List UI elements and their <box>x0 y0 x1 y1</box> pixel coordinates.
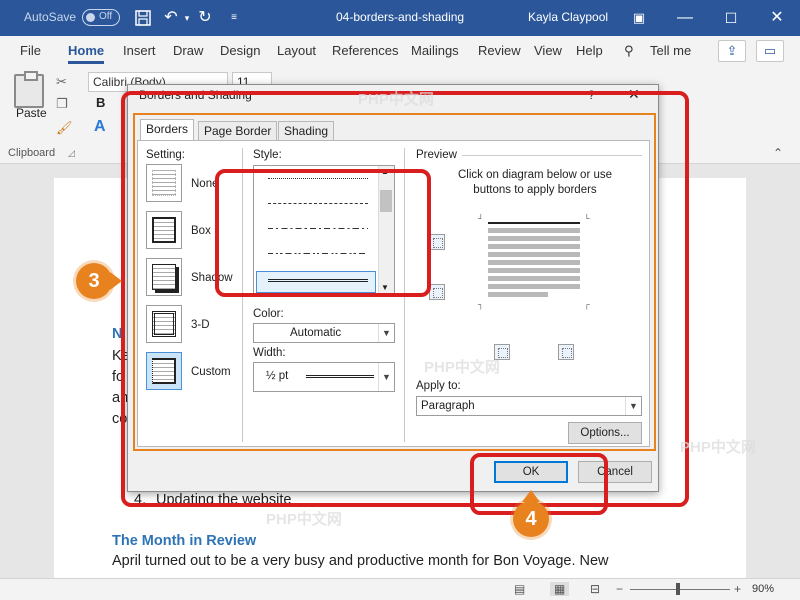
zoom-in-icon[interactable]: + <box>734 582 741 596</box>
collapse-ribbon-icon[interactable]: ⌃ <box>773 146 783 160</box>
tab-layout[interactable]: Layout <box>277 43 316 58</box>
bold-button[interactable]: B <box>96 95 105 110</box>
step-4-badge: 4 <box>513 501 549 537</box>
copy-icon[interactable]: ❐ <box>56 96 68 112</box>
paste-icon[interactable] <box>14 71 44 108</box>
tab-home[interactable]: Home <box>68 43 105 64</box>
zoom-out-icon[interactable]: − <box>616 582 623 596</box>
undo-icon[interactable]: ↶ <box>162 7 180 29</box>
customize-qat-icon[interactable]: ≡ <box>228 7 240 29</box>
redo-icon[interactable]: ↻ <box>196 7 214 29</box>
tab-review[interactable]: Review <box>478 43 521 58</box>
tab-file[interactable]: File <box>20 43 41 58</box>
search-icon[interactable]: ⚲ <box>624 43 634 59</box>
print-layout-icon[interactable]: ▦ <box>550 582 570 596</box>
section-heading: The Month in Review <box>112 533 257 549</box>
document-title: 04-borders-and-shading <box>336 10 465 24</box>
tell-me-box[interactable]: Tell me <box>650 43 691 58</box>
dialog-highlight <box>121 91 689 507</box>
tab-references[interactable]: References <box>332 43 398 58</box>
close-window-icon[interactable]: ✕ <box>768 7 786 29</box>
undo-dropdown-icon[interactable]: ▾ <box>182 7 192 29</box>
tab-draw[interactable]: Draw <box>173 43 203 58</box>
ribbon-tabs: File Home Insert Draw Design Layout Refe… <box>0 36 800 66</box>
zoom-level[interactable]: 90% <box>752 583 774 595</box>
tab-design[interactable]: Design <box>220 43 260 58</box>
ribbon-display-options-icon[interactable]: ▣ <box>630 7 648 29</box>
text-effects-icon[interactable]: A <box>94 118 106 136</box>
autosave-toggle[interactable]: Off <box>82 9 120 26</box>
minimize-icon[interactable]: — <box>676 7 694 29</box>
save-icon[interactable] <box>134 7 152 29</box>
read-mode-icon[interactable]: ▤ <box>514 582 525 596</box>
format-painter-icon[interactable]: 🖌 <box>56 120 73 136</box>
toggle-knob <box>86 13 95 22</box>
maximize-icon[interactable]: ☐ <box>722 7 740 29</box>
body-paragraph: April turned out to be a very busy and p… <box>112 553 609 569</box>
user-name[interactable]: Kayla Claypool <box>528 10 608 24</box>
tab-view[interactable]: View <box>534 43 562 58</box>
tab-help[interactable]: Help <box>576 43 603 58</box>
status-bar: ▤ ▦ ⊟ − + 90% <box>0 578 800 600</box>
step-3-pointer <box>110 272 122 290</box>
group-clipboard-label: Clipboard <box>8 147 56 159</box>
share-button[interactable]: ⇪ <box>718 40 746 62</box>
tab-insert[interactable]: Insert <box>123 43 156 58</box>
step-4-pointer <box>522 490 540 502</box>
paste-label[interactable]: Paste <box>16 106 47 120</box>
zoom-slider-thumb[interactable] <box>676 583 680 595</box>
clipboard-launcher-icon[interactable]: ◿ <box>68 148 75 159</box>
web-layout-icon[interactable]: ⊟ <box>590 582 600 596</box>
autosave-label: AutoSave <box>24 10 77 24</box>
cut-icon[interactable]: ✂ <box>56 74 67 90</box>
step-3-badge: 3 <box>76 263 112 299</box>
zoom-slider-track[interactable] <box>630 589 730 590</box>
title-bar: AutoSave Off ↶ ▾ ↻ ≡ 04-borders-and-shad… <box>0 0 800 36</box>
autosave-state: Off <box>99 11 113 22</box>
style-list-highlight <box>215 169 431 297</box>
tab-mailings[interactable]: Mailings <box>411 43 459 58</box>
comments-button[interactable]: ▭ <box>756 40 784 62</box>
